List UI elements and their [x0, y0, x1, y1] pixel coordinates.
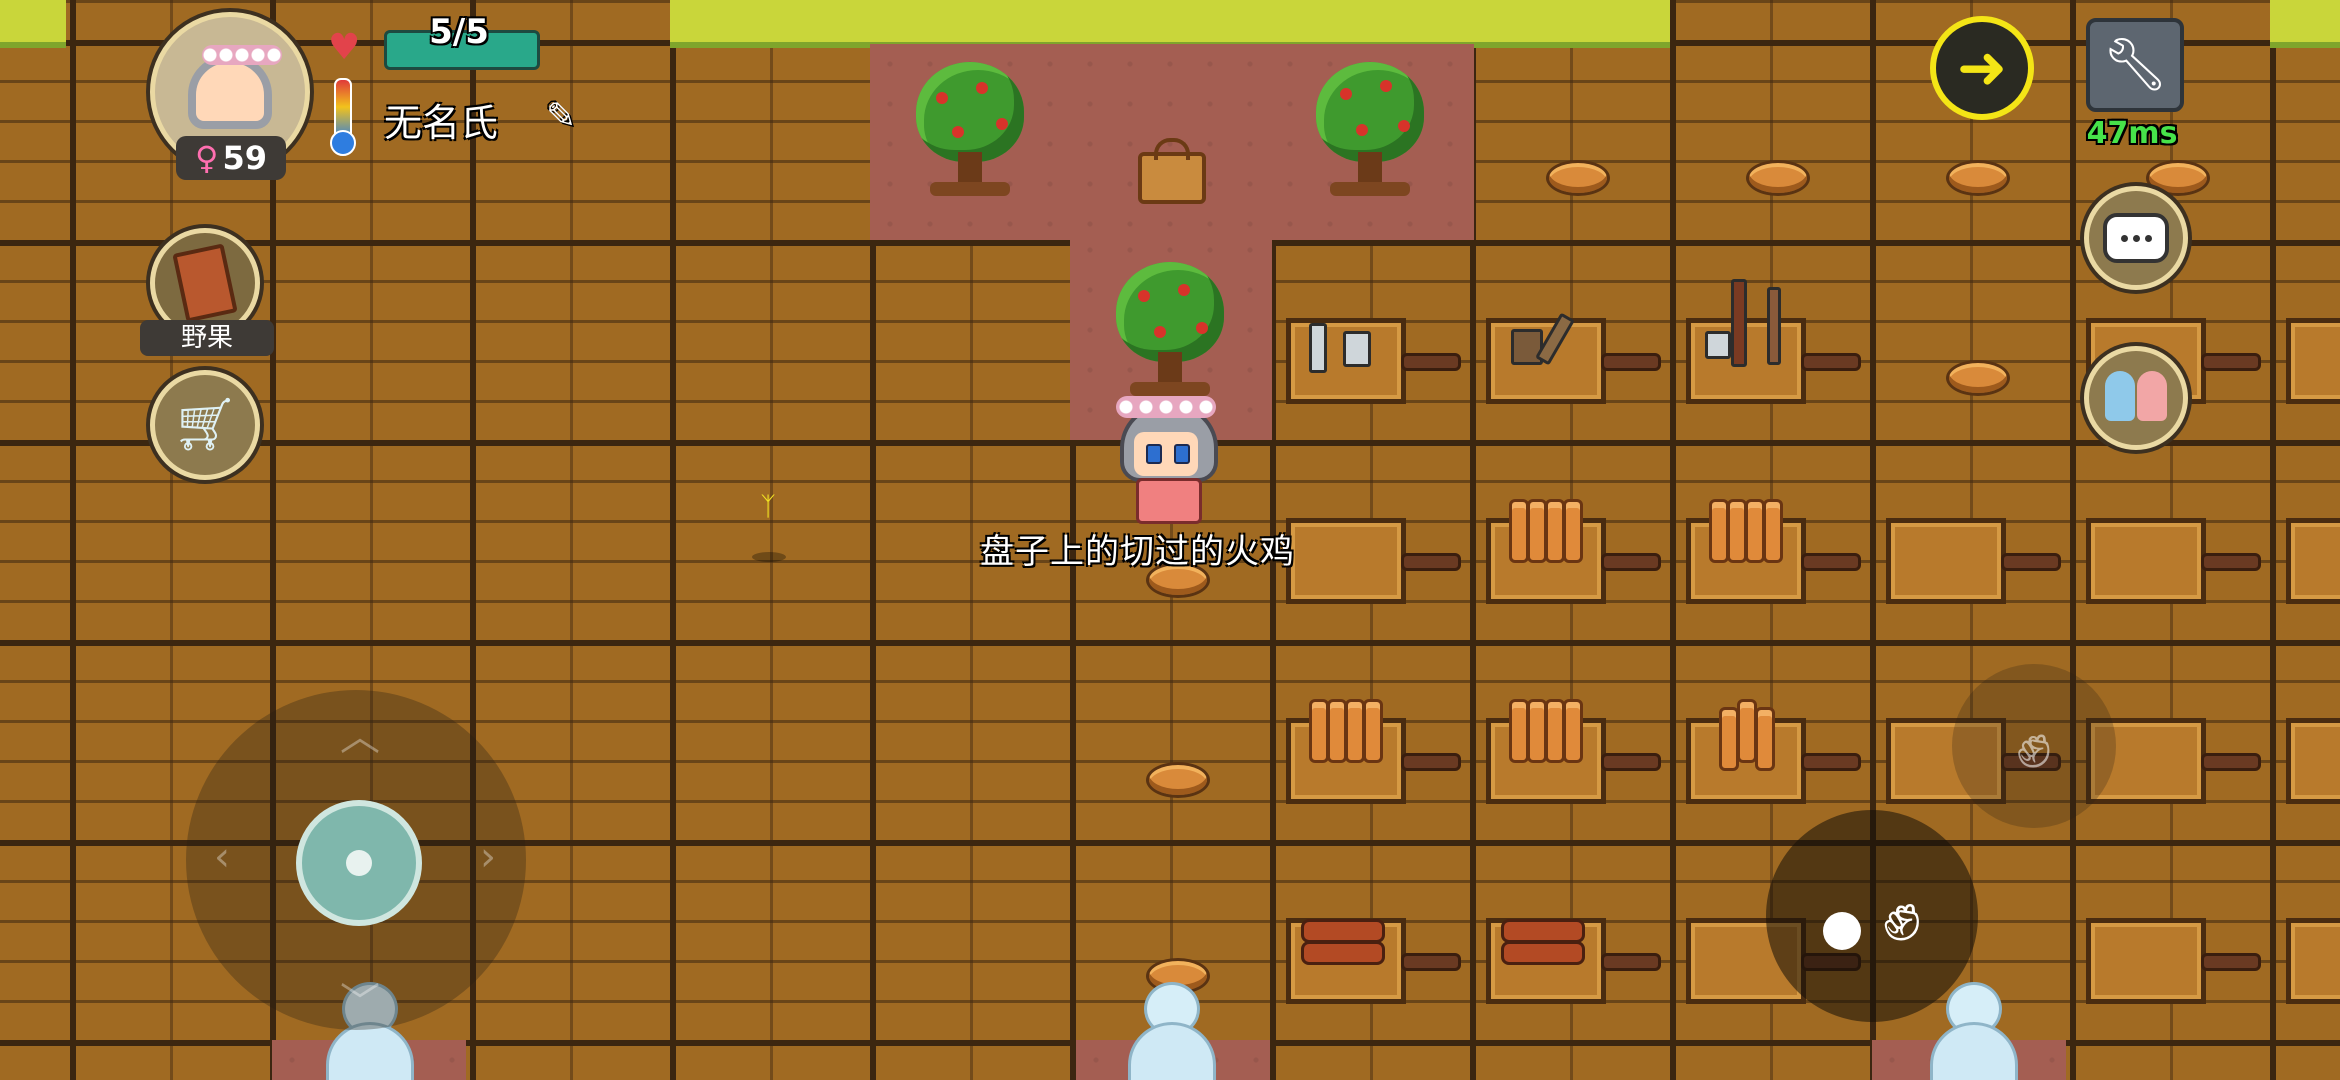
chat-button[interactable] — [2084, 186, 2188, 290]
avatar-face-icon — [188, 45, 282, 129]
cart-table[interactable] — [2286, 718, 2340, 804]
compass-button[interactable]: ➜ — [1930, 16, 2034, 120]
cart-icon: 🛒︎ — [171, 395, 238, 455]
turkey-plate[interactable] — [1746, 160, 1810, 196]
grass-patch — [670, 0, 1670, 48]
table-with-bread[interactable] — [1686, 699, 1861, 804]
table-with-tools[interactable] — [1486, 312, 1661, 404]
table-with-tools[interactable] — [1686, 279, 1861, 404]
chat-bubble-icon — [2103, 213, 2169, 263]
fist-icon: ✊︎ — [2016, 709, 2052, 783]
cart-table[interactable] — [2086, 918, 2261, 1004]
chevron-right-icon: › — [480, 834, 496, 880]
book-icon — [172, 243, 238, 323]
age-badge: ♀ 59 — [176, 136, 286, 180]
table-with-bread[interactable] — [1286, 699, 1461, 804]
ball-icon — [1822, 912, 1861, 950]
cart-table[interactable] — [2286, 518, 2340, 604]
cart-table[interactable] — [2286, 918, 2340, 1004]
grass-patch — [0, 0, 66, 48]
turkey-plate[interactable] — [1146, 762, 1210, 798]
cart-table[interactable] — [1886, 518, 2061, 604]
grab-use-button[interactable]: ✊︎ — [1766, 810, 1978, 1022]
fist-icon: ✊︎ — [1882, 875, 1922, 957]
grass-patch — [2270, 0, 2340, 48]
turkey-plate[interactable] — [1946, 160, 2010, 196]
player-name[interactable]: 无名氏 — [384, 92, 498, 147]
social-button[interactable] — [2084, 346, 2188, 450]
table-with-loaves[interactable] — [1486, 918, 1661, 1004]
butterfly-icon[interactable]: ᛉ — [754, 494, 782, 520]
compass-arrow-icon: ➜ — [1956, 33, 2008, 103]
chevron-up-icon: ︿ — [340, 714, 380, 760]
basket[interactable] — [1138, 138, 1206, 204]
joystick-center-icon — [346, 850, 372, 876]
joystick-knob[interactable] — [296, 800, 422, 926]
heart-icon: ♥ — [328, 27, 361, 68]
table-with-bread[interactable] — [1686, 499, 1861, 604]
wrench-icon: 🔧︎ — [2101, 35, 2168, 95]
turkey-plate[interactable] — [1946, 360, 2010, 396]
settings-button[interactable]: 🔧︎ — [2086, 18, 2184, 112]
female-icon: ♀ — [195, 139, 219, 177]
turkey-plate[interactable] — [1546, 160, 1610, 196]
food-meter-text: 5/5 — [429, 12, 489, 52]
table-with-loaves[interactable] — [1286, 918, 1461, 1004]
pencil-icon[interactable]: ✎ — [546, 96, 576, 137]
table-with-tools[interactable] — [1286, 318, 1461, 404]
thermometer-icon — [330, 78, 356, 156]
age-value: 59 — [222, 139, 267, 177]
cart-table[interactable] — [1286, 518, 1461, 604]
table-with-bread[interactable] — [1486, 499, 1661, 604]
domestic-gooseberry-bush[interactable] — [1310, 62, 1430, 202]
network-ping: 47ms — [2086, 116, 2178, 151]
cart-table[interactable] — [2086, 518, 2261, 604]
recipe-target-label: 野果 — [140, 320, 274, 356]
chevron-down-icon: ﹀ — [340, 980, 380, 1026]
domestic-gooseberry-bush[interactable] — [910, 62, 1030, 202]
snowman[interactable] — [1124, 982, 1216, 1080]
hovered-item-label: 盘子上的切过的火鸡 — [980, 532, 1295, 572]
domestic-gooseberry-bush[interactable] — [1110, 262, 1230, 402]
shop-button[interactable]: 🛒︎ — [150, 370, 260, 480]
butterfly-shadow — [752, 552, 786, 562]
use-held-item-button[interactable]: ✊︎ — [1952, 664, 2116, 828]
player-character — [1106, 392, 1226, 524]
cart-table[interactable] — [2286, 318, 2340, 404]
people-icon — [2104, 371, 2168, 425]
table-with-bread[interactable] — [1486, 699, 1661, 804]
chevron-left-icon: ‹ — [214, 834, 230, 880]
